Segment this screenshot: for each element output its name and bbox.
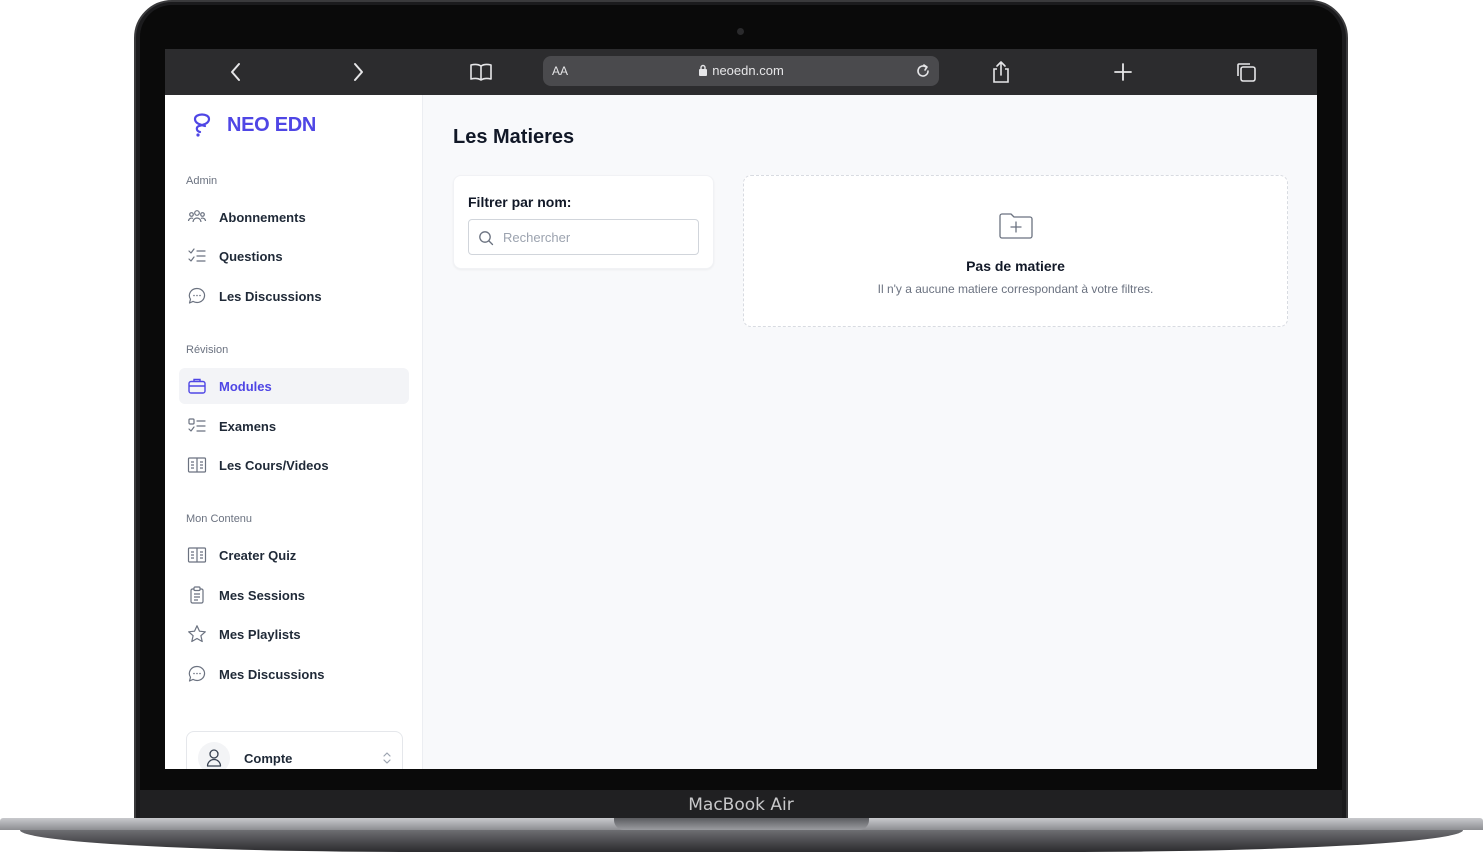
- sidebar: NEO EDN Admin Abonnements Questions Les …: [165, 95, 423, 769]
- section-label-revision: Révision: [186, 344, 229, 356]
- reload-icon[interactable]: [913, 61, 933, 81]
- users-icon: [187, 210, 207, 223]
- user-icon: [206, 749, 222, 767]
- base-bottom: [20, 830, 1463, 852]
- forward-button[interactable]: [344, 58, 372, 86]
- star-icon: [188, 625, 206, 643]
- chat-bubble-icon: [188, 665, 206, 682]
- sidebar-item-modules[interactable]: Modules: [179, 368, 409, 404]
- sidebar-item-les-discussions[interactable]: Les Discussions: [179, 278, 409, 314]
- lock-icon: [699, 64, 708, 76]
- empty-state-subtitle: Il n'y a aucune matiere correspondant à …: [877, 282, 1154, 296]
- sidebar-item-label: Questions: [219, 249, 283, 264]
- checklist-icon: [188, 248, 206, 262]
- sidebar-item-examens[interactable]: Examens: [179, 408, 409, 444]
- share-button[interactable]: [987, 58, 1015, 86]
- brand-name: NEO EDN: [227, 113, 317, 136]
- sidebar-item-label: Mes Discussions: [219, 667, 325, 682]
- sidebar-item-questions[interactable]: Questions: [179, 238, 409, 274]
- book-icon: [470, 63, 492, 81]
- search-icon: [479, 231, 494, 246]
- page-title: Les Matieres: [453, 126, 575, 148]
- sidebar-item-mes-sessions[interactable]: Mes Sessions: [179, 577, 409, 613]
- brand-logo-icon: [193, 113, 211, 137]
- laptop-base: [0, 818, 1483, 852]
- filter-label: Filtrer par nom:: [468, 194, 572, 210]
- account-menu-button[interactable]: Compte: [186, 731, 403, 769]
- sidebar-item-mes-discussions[interactable]: Mes Discussions: [179, 656, 409, 692]
- list-check-icon: [188, 418, 206, 432]
- sidebar-item-label: Mes Playlists: [219, 627, 301, 642]
- sidebar-item-label: Abonnements: [219, 210, 306, 225]
- bookmarks-button[interactable]: [467, 58, 495, 86]
- back-button[interactable]: [222, 58, 250, 86]
- sidebar-item-abonnements[interactable]: Abonnements: [179, 199, 409, 235]
- book-open-icon: [187, 547, 207, 563]
- screen: AA neoedn.com NEO EDN Admin Abonnements: [165, 49, 1317, 769]
- book-open-icon: [187, 457, 207, 473]
- sidebar-item-les-cours-videos[interactable]: Les Cours/Videos: [179, 447, 409, 483]
- empty-state: Pas de matiere Il n'y a aucune matiere c…: [743, 175, 1288, 327]
- device-label: MacBook Air: [140, 790, 1342, 818]
- filter-card: Filtrer par nom:: [453, 175, 714, 269]
- tabs-overview-button[interactable]: [1232, 58, 1260, 86]
- search-box[interactable]: [468, 219, 699, 255]
- plus-icon: [1114, 63, 1132, 81]
- address-bar[interactable]: AA neoedn.com: [543, 56, 939, 86]
- sidebar-item-mes-playlists[interactable]: Mes Playlists: [179, 616, 409, 652]
- brand[interactable]: NEO EDN: [191, 110, 316, 140]
- share-icon: [993, 61, 1009, 83]
- camera: [737, 28, 744, 35]
- sidebar-item-label: Les Discussions: [219, 289, 322, 304]
- base-notch: [614, 818, 869, 830]
- sidebar-item-label: Mes Sessions: [219, 588, 305, 603]
- chat-bubble-icon: [188, 287, 206, 304]
- folder-plus-icon: [999, 213, 1033, 239]
- sidebar-item-label: Modules: [219, 379, 272, 394]
- section-label-admin: Admin: [186, 175, 218, 187]
- sidebar-item-creater-quiz[interactable]: Creater Quiz: [179, 537, 409, 573]
- account-label: Compte: [244, 751, 293, 766]
- url-display: neoedn.com: [543, 63, 939, 78]
- browser-toolbar: AA neoedn.com: [165, 49, 1317, 95]
- empty-state-title: Pas de matiere: [966, 258, 1065, 274]
- clipboard-icon: [190, 586, 204, 604]
- chevron-up-down-icon: [383, 752, 391, 764]
- briefcase-icon: [188, 378, 206, 394]
- search-input[interactable]: [503, 220, 693, 254]
- sidebar-item-label: Les Cours/Videos: [219, 458, 329, 473]
- section-label-mon-contenu: Mon Contenu: [186, 513, 253, 525]
- chevron-right-icon: [354, 63, 363, 81]
- url-text: neoedn.com: [712, 63, 784, 78]
- chevron-left-icon: [231, 63, 240, 81]
- avatar: [198, 742, 230, 769]
- sidebar-item-label: Examens: [219, 419, 277, 434]
- tabs-icon: [1237, 63, 1256, 82]
- new-tab-button[interactable]: [1109, 58, 1137, 86]
- sidebar-item-label: Creater Quiz: [219, 548, 297, 563]
